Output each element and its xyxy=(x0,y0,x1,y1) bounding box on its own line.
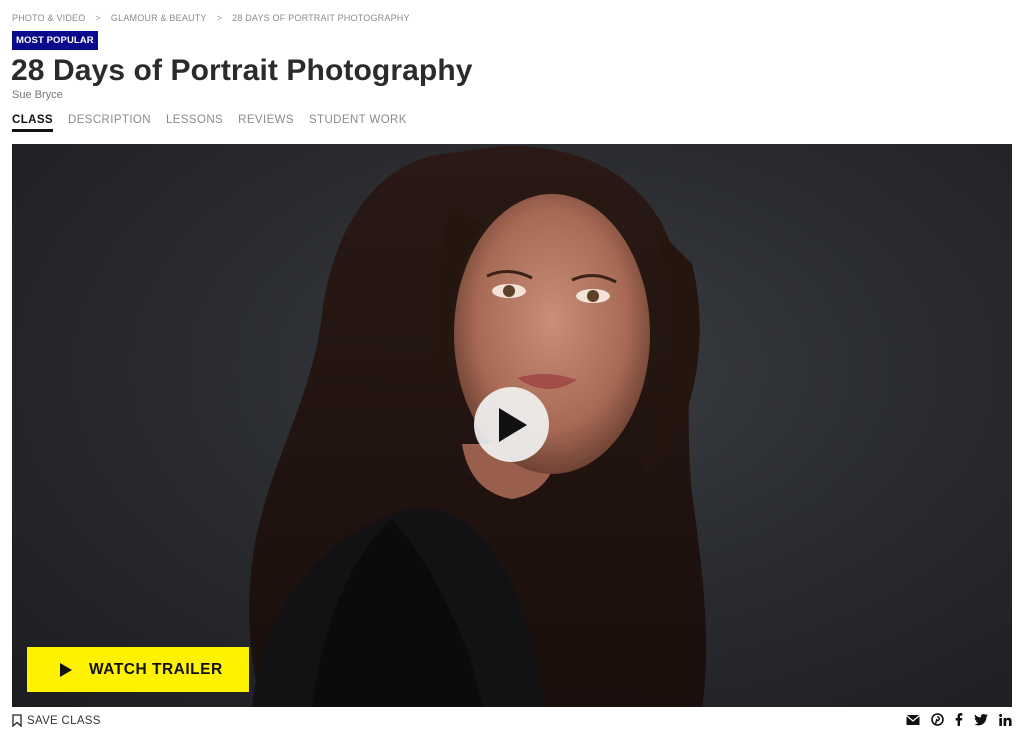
bookmark-icon xyxy=(12,714,22,727)
linkedin-icon[interactable] xyxy=(999,713,1012,726)
twitter-icon[interactable] xyxy=(974,713,988,726)
save-class-button[interactable]: SAVE CLASS xyxy=(12,714,101,727)
play-icon xyxy=(498,407,527,442)
tab-description[interactable]: DESCRIPTION xyxy=(68,114,151,132)
tab-reviews[interactable]: REVIEWS xyxy=(238,114,294,132)
watch-trailer-button[interactable]: WATCH TRAILER xyxy=(27,647,249,692)
pinterest-icon[interactable] xyxy=(931,713,944,726)
share-icons xyxy=(906,713,1012,726)
breadcrumb: PHOTO & VIDEO > GLAMOUR & BEAUTY > 28 DA… xyxy=(12,12,410,24)
save-class-label: SAVE CLASS xyxy=(27,714,101,727)
course-tabs: CLASS DESCRIPTION LESSONS REVIEWS STUDEN… xyxy=(12,114,407,132)
tab-class[interactable]: CLASS xyxy=(12,114,53,132)
instructor-name[interactable]: Sue Bryce xyxy=(12,89,63,101)
email-icon[interactable] xyxy=(906,714,920,726)
breadcrumb-current-page[interactable]: 28 DAYS OF PORTRAIT PHOTOGRAPHY xyxy=(232,13,410,23)
facebook-icon[interactable] xyxy=(955,713,963,726)
tab-student-work[interactable]: STUDENT WORK xyxy=(309,114,407,132)
play-button[interactable] xyxy=(474,387,549,462)
breadcrumb-photo-video[interactable]: PHOTO & VIDEO xyxy=(12,13,85,23)
most-popular-badge: MOST POPULAR xyxy=(12,31,98,50)
breadcrumb-glamour-beauty[interactable]: GLAMOUR & BEAUTY xyxy=(111,13,207,23)
video-player[interactable]: WATCH TRAILER xyxy=(12,144,1012,707)
tab-lessons[interactable]: LESSONS xyxy=(166,114,223,132)
watch-trailer-label: WATCH TRAILER xyxy=(89,660,223,678)
breadcrumb-separator: > xyxy=(216,13,223,23)
play-icon xyxy=(60,662,72,677)
page-title: 28 Days of Portrait Photography xyxy=(11,54,473,87)
breadcrumb-separator: > xyxy=(95,13,101,23)
